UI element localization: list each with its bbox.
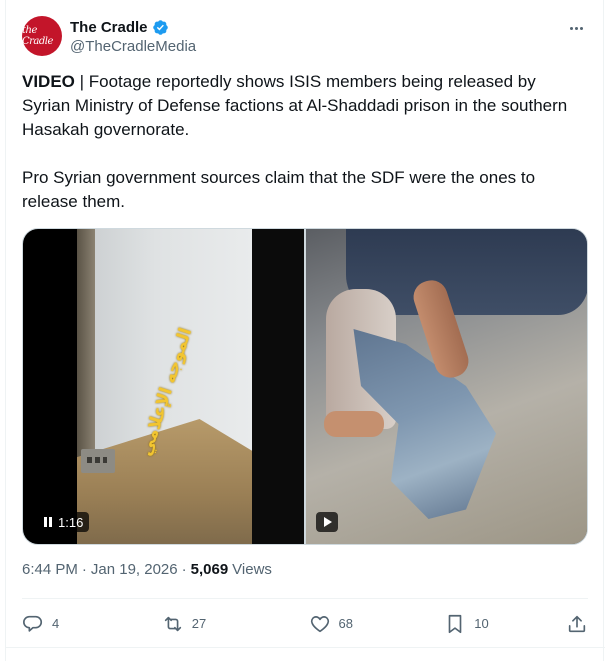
reply-count: 4 bbox=[52, 616, 60, 631]
heart-icon bbox=[310, 615, 329, 632]
tweet-text-para1: | Footage reportedly shows ISIS members … bbox=[22, 72, 568, 139]
meta-separator: · bbox=[81, 561, 87, 578]
video-right[interactable] bbox=[306, 229, 587, 544]
like-button[interactable]: 68 bbox=[309, 613, 443, 635]
meta-separator: · bbox=[181, 561, 187, 578]
bookmark-button[interactable]: 10 bbox=[444, 613, 564, 635]
tweet-text: VIDEO | Footage reportedly shows ISIS me… bbox=[22, 70, 582, 214]
retweet-icon bbox=[164, 616, 181, 631]
tweet-header: the Cradle The Cradle @TheCradleMedia bbox=[22, 16, 587, 58]
video-duration: 1:16 bbox=[58, 514, 84, 530]
tweet-meta: 6:44 PM · Jan 19, 2026 · 5,069 Views bbox=[22, 561, 272, 578]
display-name[interactable]: The Cradle bbox=[70, 19, 148, 36]
play-icon[interactable] bbox=[324, 517, 332, 527]
tweet-date[interactable]: Jan 19, 2026 bbox=[91, 561, 178, 578]
media-container: الموجه الإعلامي 1:16 bbox=[22, 228, 588, 545]
tweet-card: the Cradle The Cradle @TheCradleMedia VI… bbox=[5, 0, 605, 661]
like-count: 68 bbox=[338, 616, 353, 631]
author-names: The Cradle @TheCradleMedia bbox=[70, 17, 196, 56]
video-dark-edge bbox=[252, 229, 304, 544]
author-handle[interactable]: @TheCradleMedia bbox=[70, 38, 196, 55]
tweet-text-para2: Pro Syrian government sources claim that… bbox=[22, 168, 536, 211]
share-icon bbox=[568, 615, 586, 632]
reply-button[interactable]: 4 bbox=[22, 613, 160, 635]
video-label: VIDEO bbox=[22, 72, 75, 91]
bookmark-icon bbox=[448, 614, 462, 633]
tweet-time[interactable]: 6:44 PM bbox=[22, 561, 78, 578]
views-count: 5,069 bbox=[190, 561, 229, 578]
pause-icon[interactable] bbox=[44, 517, 52, 527]
reply-icon bbox=[23, 615, 42, 632]
video-person-foot bbox=[324, 411, 384, 437]
play-button[interactable] bbox=[316, 512, 338, 532]
share-button[interactable] bbox=[566, 613, 588, 635]
bookmark-count: 10 bbox=[474, 616, 489, 631]
retweet-count: 27 bbox=[191, 616, 207, 631]
more-options-icon[interactable] bbox=[565, 18, 587, 38]
divider bbox=[6, 647, 605, 648]
verified-badge-icon bbox=[152, 19, 168, 35]
video-cinder-block bbox=[81, 449, 115, 473]
avatar-logo-text: the Cradle bbox=[22, 25, 53, 47]
retweet-button[interactable]: 27 bbox=[162, 613, 307, 635]
action-bar: 4 27 68 10 bbox=[22, 598, 588, 648]
views-label: Views bbox=[232, 561, 272, 578]
video-left[interactable]: الموجه الإعلامي 1:16 bbox=[23, 229, 304, 544]
display-name-row: The Cradle bbox=[70, 17, 196, 37]
video-duration-badge[interactable]: 1:16 bbox=[36, 512, 90, 532]
avatar[interactable]: the Cradle bbox=[22, 16, 62, 56]
